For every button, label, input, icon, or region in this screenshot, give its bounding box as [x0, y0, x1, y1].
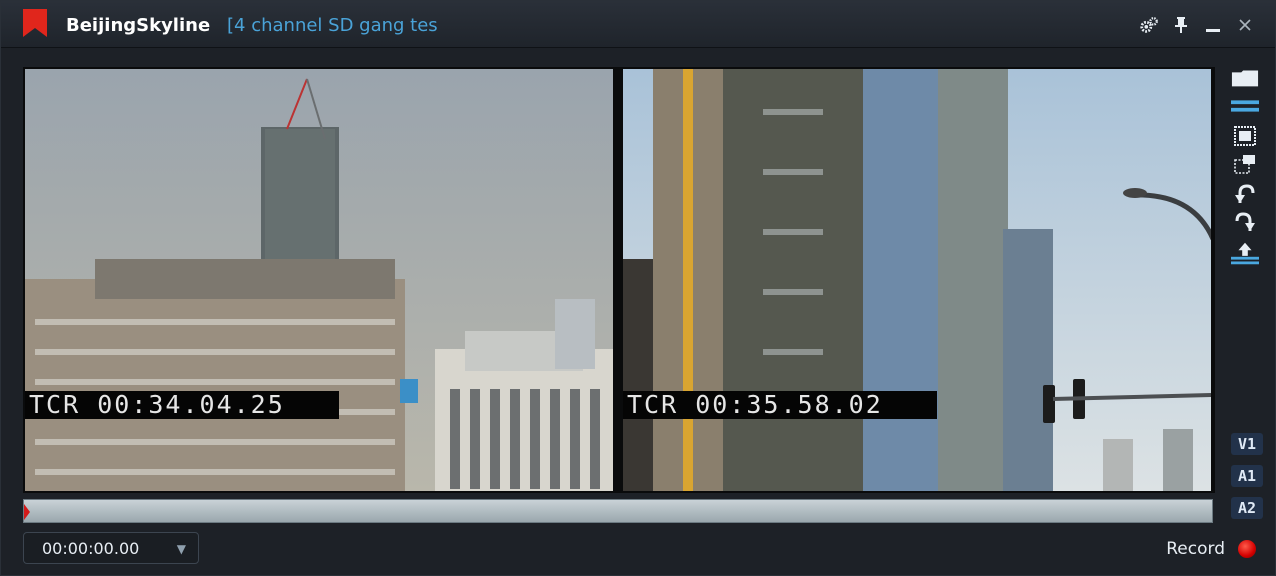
track-v1[interactable]: V1	[1231, 433, 1263, 455]
timecode-readout-left: TCR 00:34.04.25	[25, 391, 339, 419]
multi-frame-icon[interactable]	[1231, 153, 1259, 175]
timecode-value: 00:00:00.00	[42, 539, 140, 558]
lines-icon[interactable]	[1231, 95, 1259, 117]
video-frame-left	[25, 69, 613, 491]
title-bar: BeijingSkyline [4 channel SD gang tes	[1, 1, 1275, 48]
track-a1[interactable]: A1	[1231, 465, 1263, 487]
single-frame-icon[interactable]	[1231, 125, 1259, 147]
redo-icon[interactable]	[1231, 211, 1259, 233]
record-icon[interactable]	[1238, 540, 1256, 558]
video-pane-left[interactable]: TCR 00:34.04.25	[25, 69, 613, 491]
undo-icon[interactable]	[1231, 183, 1259, 205]
pin-icon[interactable]	[1171, 15, 1191, 35]
window-title: BeijingSkyline	[66, 15, 211, 36]
gears-icon[interactable]	[1139, 15, 1159, 35]
track-a2[interactable]: A2	[1231, 497, 1263, 519]
minimize-icon[interactable]	[1203, 15, 1223, 35]
record-label[interactable]: Record	[1166, 539, 1225, 559]
clip-viewer-window: BeijingSkyline [4 channel SD gang tes TC…	[0, 0, 1276, 576]
video-pane-right[interactable]: TCR 00:35.58.02	[623, 69, 1211, 491]
video-frame-right	[623, 69, 1211, 491]
timecode-readout-right: TCR 00:35.58.02	[623, 391, 937, 419]
folder-icon[interactable]	[1231, 67, 1259, 89]
timeline-scrubber[interactable]	[23, 499, 1213, 523]
close-icon[interactable]	[1235, 15, 1255, 35]
playhead[interactable]	[24, 504, 30, 520]
chevron-down-icon: ▼	[176, 542, 186, 556]
timecode-dropdown[interactable]: 00:00:00.00 ▼	[23, 532, 199, 564]
upload-icon[interactable]	[1231, 242, 1259, 265]
window-controls	[1139, 15, 1255, 35]
video-viewer[interactable]: TCR 00:34.04.25 TCR 00:35.58.02	[23, 67, 1215, 493]
bookmark-icon	[23, 9, 47, 37]
window-subtitle: [4 channel SD gang tes	[227, 15, 438, 36]
